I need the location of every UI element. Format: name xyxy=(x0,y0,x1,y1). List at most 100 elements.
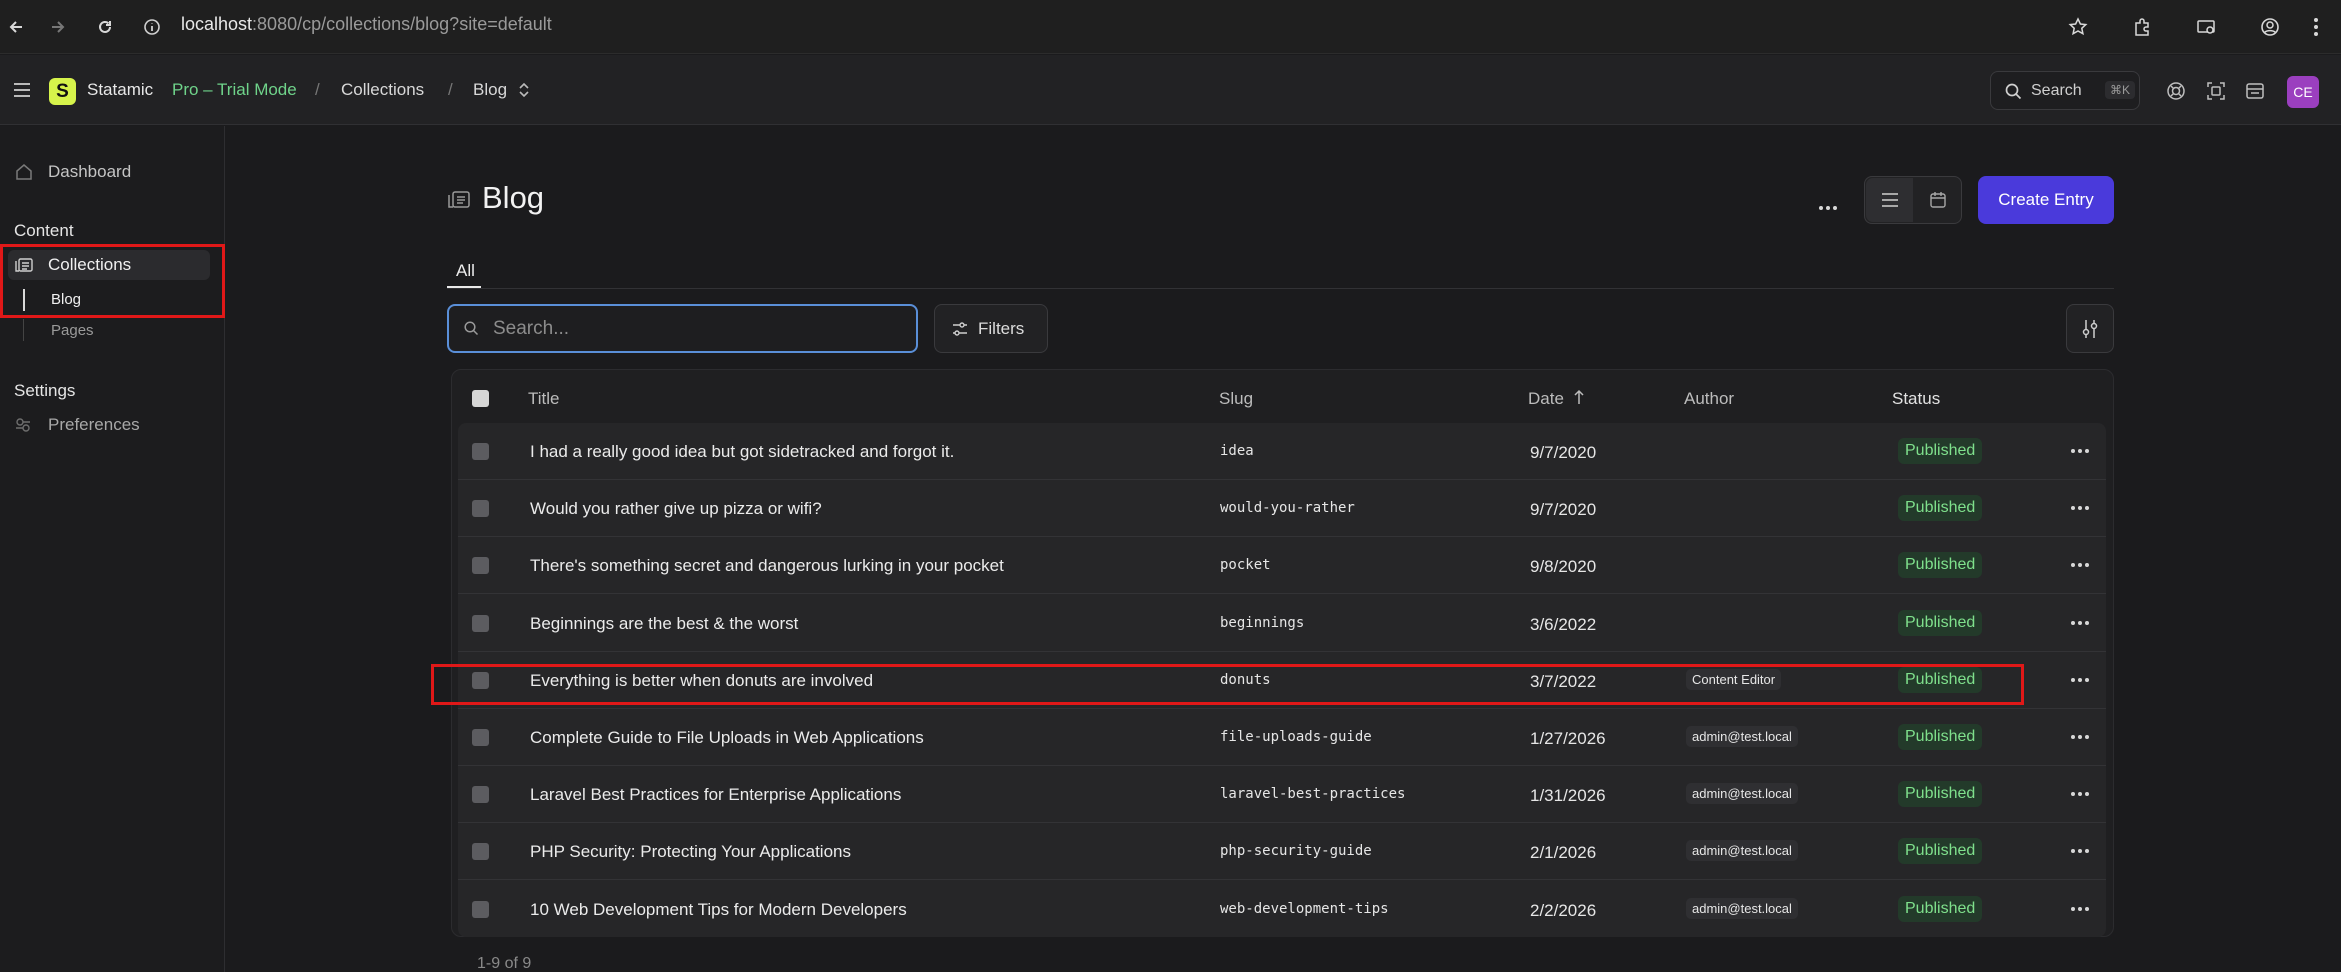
entry-date: 1/27/2026 xyxy=(1530,729,1606,748)
row-checkbox[interactable] xyxy=(472,729,489,746)
calendar-view-button[interactable] xyxy=(1914,178,1961,222)
status-badge: Published xyxy=(1898,438,1983,464)
row-checkbox[interactable] xyxy=(472,500,489,518)
entry-title[interactable]: Beginnings are the best & the worst xyxy=(530,614,798,634)
chevron-updown-icon[interactable] xyxy=(518,81,530,99)
hamburger-menu-icon[interactable] xyxy=(13,82,31,98)
entry-slug: web-development-tips xyxy=(1220,900,1389,917)
search-label: Search xyxy=(2031,82,2082,99)
back-icon[interactable] xyxy=(2,13,30,41)
search-placeholder: Search... xyxy=(493,318,570,339)
entry-title[interactable]: PHP Security: Protecting Your Applicatio… xyxy=(530,842,851,862)
profile-icon[interactable] xyxy=(2256,13,2284,41)
status-badge: Published xyxy=(1898,609,1983,636)
entry-title[interactable]: Everything is better when donuts are inv… xyxy=(530,671,873,691)
sort-ascending-icon[interactable] xyxy=(1573,389,1585,405)
table-row[interactable]: Complete Guide to File Uploads in Web Ap… xyxy=(458,709,2106,766)
search-input[interactable]: Search... xyxy=(447,304,918,353)
pagination-summary: 1-9 of 9 xyxy=(477,955,532,972)
filters-button[interactable]: Filters xyxy=(934,304,1048,353)
media-cast-icon[interactable] xyxy=(2192,13,2220,41)
statamic-logo[interactable]: S xyxy=(49,78,76,105)
column-header-date[interactable]: Date xyxy=(1528,389,1564,409)
avatar[interactable]: CE xyxy=(2287,76,2319,108)
sidebar-item-preferences[interactable]: Preferences xyxy=(48,415,140,435)
view-toggle xyxy=(1864,176,1962,224)
entry-title[interactable]: Laravel Best Practices for Enterprise Ap… xyxy=(530,785,901,805)
row-checkbox[interactable] xyxy=(472,786,489,804)
browser-toolbar: localhost:8080/cp/collections/blog?site=… xyxy=(0,0,2341,54)
preview-frame-icon[interactable] xyxy=(2206,81,2226,101)
row-actions-icon[interactable] xyxy=(2066,725,2094,749)
browser-menu-icon[interactable] xyxy=(2302,13,2330,41)
sidebar-item-pages[interactable]: Pages xyxy=(51,322,94,339)
table-row[interactable]: Laravel Best Practices for Enterprise Ap… xyxy=(458,766,2106,824)
app-name[interactable]: Statamic xyxy=(87,80,153,100)
table-row[interactable]: I had a really good idea but got sidetra… xyxy=(458,423,2106,480)
table-row[interactable]: Would you rather give up pizza or wifi? w… xyxy=(458,480,2106,538)
column-header-title[interactable]: Title xyxy=(528,389,560,409)
table-row[interactable]: 10 Web Development Tips for Modern Devel… xyxy=(458,881,2106,938)
row-actions-icon[interactable] xyxy=(2066,496,2094,520)
column-header-slug[interactable]: Slug xyxy=(1219,389,1253,409)
entry-author: admin@test.local xyxy=(1686,897,1798,919)
site-info-icon[interactable] xyxy=(142,13,162,41)
more-actions-icon[interactable] xyxy=(1817,197,1838,215)
row-actions-icon[interactable] xyxy=(2066,668,2094,692)
support-icon[interactable] xyxy=(2166,81,2186,101)
extensions-icon[interactable] xyxy=(2128,13,2156,41)
collection-icon xyxy=(448,190,470,209)
tab-divider xyxy=(447,288,2114,289)
trial-mode-badge[interactable]: Pro – Trial Mode xyxy=(172,80,297,100)
row-checkbox[interactable] xyxy=(472,614,489,632)
row-actions-icon[interactable] xyxy=(2066,782,2094,806)
entry-slug: idea xyxy=(1220,443,1254,459)
row-actions-icon[interactable] xyxy=(2066,553,2094,577)
address-bar[interactable]: localhost:8080/cp/collections/blog?site=… xyxy=(181,14,552,35)
breadcrumb-blog[interactable]: Blog xyxy=(473,80,507,100)
row-checkbox[interactable] xyxy=(472,671,489,689)
status-badge: Published xyxy=(1898,724,1983,750)
reload-icon[interactable] xyxy=(91,13,119,41)
row-actions-icon[interactable] xyxy=(2066,897,2094,921)
select-all-checkbox[interactable] xyxy=(472,390,489,407)
table-row[interactable]: Everything is better when donuts are inv… xyxy=(458,652,2106,709)
entry-title[interactable]: Would you rather give up pizza or wifi? xyxy=(530,499,822,519)
table-row[interactable]: Beginnings are the best & the worst begin… xyxy=(458,595,2106,652)
sidebar-item-dashboard[interactable]: Dashboard xyxy=(48,162,131,182)
row-checkbox[interactable] xyxy=(472,843,489,861)
entry-title[interactable]: Complete Guide to File Uploads in Web Ap… xyxy=(530,728,924,748)
entry-title[interactable]: 10 Web Development Tips for Modern Devel… xyxy=(530,900,907,920)
global-search[interactable]: Search ⌘K xyxy=(1990,71,2140,110)
row-actions-icon[interactable] xyxy=(2066,611,2094,635)
search-icon xyxy=(2005,83,2022,100)
row-checkbox[interactable] xyxy=(472,557,489,575)
create-entry-button[interactable]: Create Entry xyxy=(1978,176,2114,224)
column-header-status[interactable]: Status xyxy=(1892,389,1940,409)
entry-title[interactable]: There's something secret and dangerous l… xyxy=(530,556,1004,576)
entry-author: admin@test.local xyxy=(1686,783,1798,805)
entry-date: 9/7/2020 xyxy=(1530,500,1597,520)
list-view-button[interactable] xyxy=(1866,178,1913,222)
search-icon xyxy=(464,321,479,336)
column-settings-button[interactable] xyxy=(2066,304,2114,353)
row-actions-icon[interactable] xyxy=(2066,839,2094,863)
bookmark-star-icon[interactable] xyxy=(2064,13,2092,41)
tab-active-underline xyxy=(447,286,481,288)
column-header-author[interactable]: Author xyxy=(1684,389,1734,409)
site-icon[interactable] xyxy=(2245,81,2265,101)
row-checkbox[interactable] xyxy=(472,900,489,918)
entry-slug: php-security-guide xyxy=(1220,843,1372,860)
tab-all[interactable]: All xyxy=(456,261,475,281)
forward-icon[interactable] xyxy=(44,13,72,41)
row-actions-icon[interactable] xyxy=(2066,439,2094,463)
table-row[interactable]: There's something secret and dangerous l… xyxy=(458,537,2106,595)
entry-title[interactable]: I had a really good idea but got sidetra… xyxy=(530,442,954,462)
breadcrumb-collections[interactable]: Collections xyxy=(341,80,424,100)
sidebar-item-blog[interactable]: Blog xyxy=(51,291,81,308)
row-checkbox[interactable] xyxy=(472,443,489,460)
table-row[interactable]: PHP Security: Protecting Your Applicatio… xyxy=(458,823,2106,881)
dashboard-icon xyxy=(15,163,33,181)
preferences-icon xyxy=(14,416,32,434)
logo-letter: S xyxy=(56,80,69,102)
